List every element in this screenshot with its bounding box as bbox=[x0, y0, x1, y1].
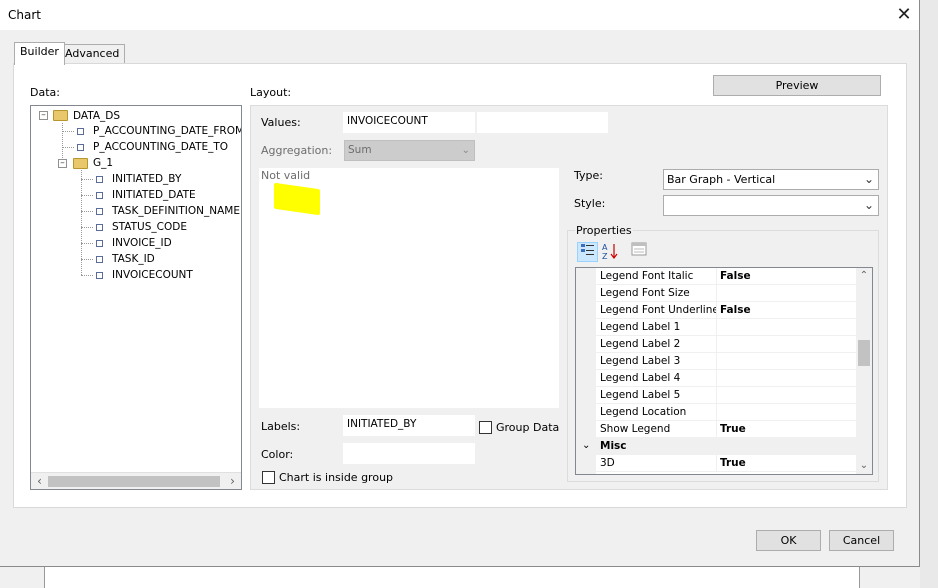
property-row[interactable]: Legend Font Underline False bbox=[576, 302, 858, 319]
chart-dialog: Chart ✕ Builder Advanced Data: – DATA_DS… bbox=[0, 0, 920, 567]
property-row[interactable]: Legend Font Size bbox=[576, 285, 858, 302]
ok-button[interactable]: OK bbox=[756, 530, 821, 551]
tree-node-param[interactable]: P_ACCOUNTING_DATE_TO bbox=[93, 140, 228, 154]
preview-button[interactable]: Preview bbox=[713, 75, 881, 96]
field-icon bbox=[96, 272, 103, 279]
aggregation-value: Sum bbox=[348, 144, 372, 156]
collapse-icon[interactable]: – bbox=[58, 159, 67, 168]
group-data-checkbox[interactable] bbox=[479, 421, 492, 434]
values-extra-field[interactable] bbox=[477, 112, 608, 133]
scroll-left-icon[interactable]: ‹ bbox=[31, 473, 48, 489]
title-bar: Chart ✕ bbox=[0, 0, 919, 30]
tree-horizontal-scrollbar[interactable]: ‹ › bbox=[31, 472, 241, 489]
data-tree[interactable]: – DATA_DS P_ACCOUNTING_DATE_FROM P_ACCOU… bbox=[30, 105, 242, 490]
field-icon bbox=[96, 256, 103, 263]
chart-inside-group-checkbox[interactable] bbox=[262, 471, 275, 484]
window-title: Chart bbox=[8, 8, 41, 22]
folder-icon bbox=[73, 158, 88, 169]
property-row[interactable]: Legend Location bbox=[576, 404, 858, 421]
scroll-down-icon[interactable]: ⌄ bbox=[856, 458, 872, 474]
tree-node-field[interactable]: STATUS_CODE bbox=[112, 220, 187, 234]
tree-line bbox=[81, 211, 93, 212]
background-window-edge bbox=[920, 0, 938, 588]
tree-node-field[interactable]: INVOICECOUNT bbox=[112, 268, 193, 282]
property-row[interactable]: Legend Label 5 bbox=[576, 387, 858, 404]
field-icon bbox=[96, 208, 103, 215]
property-row[interactable]: Show Legend True bbox=[576, 421, 858, 438]
categorized-view-icon[interactable] bbox=[577, 242, 598, 262]
tree-node-field[interactable]: INVOICE_ID bbox=[112, 236, 172, 250]
property-grid-scrollbar[interactable]: ⌃ ⌄ bbox=[856, 268, 872, 474]
tree-node-param[interactable]: P_ACCOUNTING_DATE_FROM bbox=[93, 124, 241, 138]
chevron-down-icon: ⌄ bbox=[461, 145, 470, 156]
tree-line bbox=[62, 131, 74, 132]
chevron-down-icon: ⌄ bbox=[863, 172, 874, 186]
property-row[interactable]: Legend Label 4 bbox=[576, 370, 858, 387]
tree-line bbox=[81, 259, 93, 260]
scroll-up-icon[interactable]: ⌃ bbox=[856, 268, 872, 285]
svg-text:A: A bbox=[602, 243, 608, 252]
tab-advanced[interactable]: Advanced bbox=[59, 44, 126, 65]
tree-node-field[interactable]: INITIATED_DATE bbox=[112, 188, 196, 202]
scrollbar-thumb[interactable] bbox=[48, 476, 220, 487]
property-row[interactable]: Legend Font Italic False bbox=[576, 268, 858, 285]
field-icon bbox=[96, 176, 103, 183]
property-pages-icon[interactable] bbox=[628, 242, 650, 262]
data-label: Data: bbox=[30, 86, 60, 99]
type-value: Bar Graph - Vertical bbox=[667, 173, 776, 186]
property-category-row[interactable]: ⌄ Misc bbox=[576, 438, 858, 455]
collapse-icon[interactable]: – bbox=[39, 111, 48, 120]
chevron-down-icon[interactable]: ⌄ bbox=[582, 438, 590, 454]
type-label: Type: bbox=[574, 169, 603, 182]
type-select[interactable]: Bar Graph - Vertical ⌄ bbox=[663, 169, 879, 190]
parameter-icon bbox=[77, 128, 84, 135]
values-label: Values: bbox=[261, 116, 301, 129]
tree-line bbox=[81, 227, 93, 228]
group-data-label: Group Data bbox=[496, 421, 560, 434]
cancel-button[interactable]: Cancel bbox=[829, 530, 894, 551]
tree-node-field[interactable]: TASK_ID bbox=[112, 252, 155, 266]
chart-inside-group-label: Chart is inside group bbox=[279, 471, 394, 484]
property-row[interactable]: Legend Label 2 bbox=[576, 336, 858, 353]
background-document bbox=[44, 566, 860, 588]
color-field[interactable] bbox=[343, 443, 475, 464]
style-select[interactable]: ⌄ bbox=[663, 195, 879, 216]
tree-line bbox=[81, 195, 93, 196]
scroll-right-icon[interactable]: › bbox=[224, 473, 241, 489]
values-field[interactable]: INVOICECOUNT bbox=[343, 112, 475, 133]
field-icon bbox=[96, 224, 103, 231]
tree-node-data-ds[interactable]: DATA_DS bbox=[73, 109, 120, 123]
chevron-down-icon: ⌄ bbox=[863, 198, 874, 212]
parameter-icon bbox=[77, 144, 84, 151]
scrollbar-thumb[interactable] bbox=[858, 340, 870, 366]
tree-line bbox=[62, 147, 74, 148]
field-icon bbox=[96, 192, 103, 199]
labels-field[interactable]: INITIATED_BY bbox=[343, 415, 475, 436]
property-row[interactable]: 3D True bbox=[576, 455, 858, 472]
style-label: Style: bbox=[574, 197, 606, 210]
tree-node-field[interactable]: INITIATED_BY bbox=[112, 172, 181, 186]
properties-label: Properties bbox=[575, 224, 633, 237]
property-row[interactable]: Legend Label 1 bbox=[576, 319, 858, 336]
alphabetical-sort-icon[interactable]: AZ bbox=[600, 242, 620, 262]
tab-builder[interactable]: Builder bbox=[14, 42, 65, 65]
aggregation-label: Aggregation: bbox=[261, 144, 333, 157]
property-row[interactable]: Legend Label 3 bbox=[576, 353, 858, 370]
field-icon bbox=[96, 240, 103, 247]
tree-line bbox=[81, 179, 93, 180]
tree-line bbox=[81, 243, 93, 244]
folder-icon bbox=[53, 110, 68, 121]
layout-label: Layout: bbox=[250, 86, 292, 99]
svg-text:Z: Z bbox=[602, 252, 608, 260]
aggregation-select[interactable]: Sum ⌄ bbox=[344, 140, 475, 161]
labels-label: Labels: bbox=[261, 420, 301, 433]
tree-line bbox=[81, 275, 93, 276]
property-grid[interactable]: Legend Font Italic False Legend Font Size… bbox=[575, 267, 873, 475]
close-icon[interactable]: ✕ bbox=[894, 5, 914, 25]
tree-node-group[interactable]: G_1 bbox=[93, 156, 113, 170]
color-label: Color: bbox=[261, 448, 294, 461]
preview-status-text: Not valid bbox=[261, 169, 311, 182]
tree-node-field[interactable]: TASK_DEFINITION_NAME bbox=[112, 204, 240, 218]
